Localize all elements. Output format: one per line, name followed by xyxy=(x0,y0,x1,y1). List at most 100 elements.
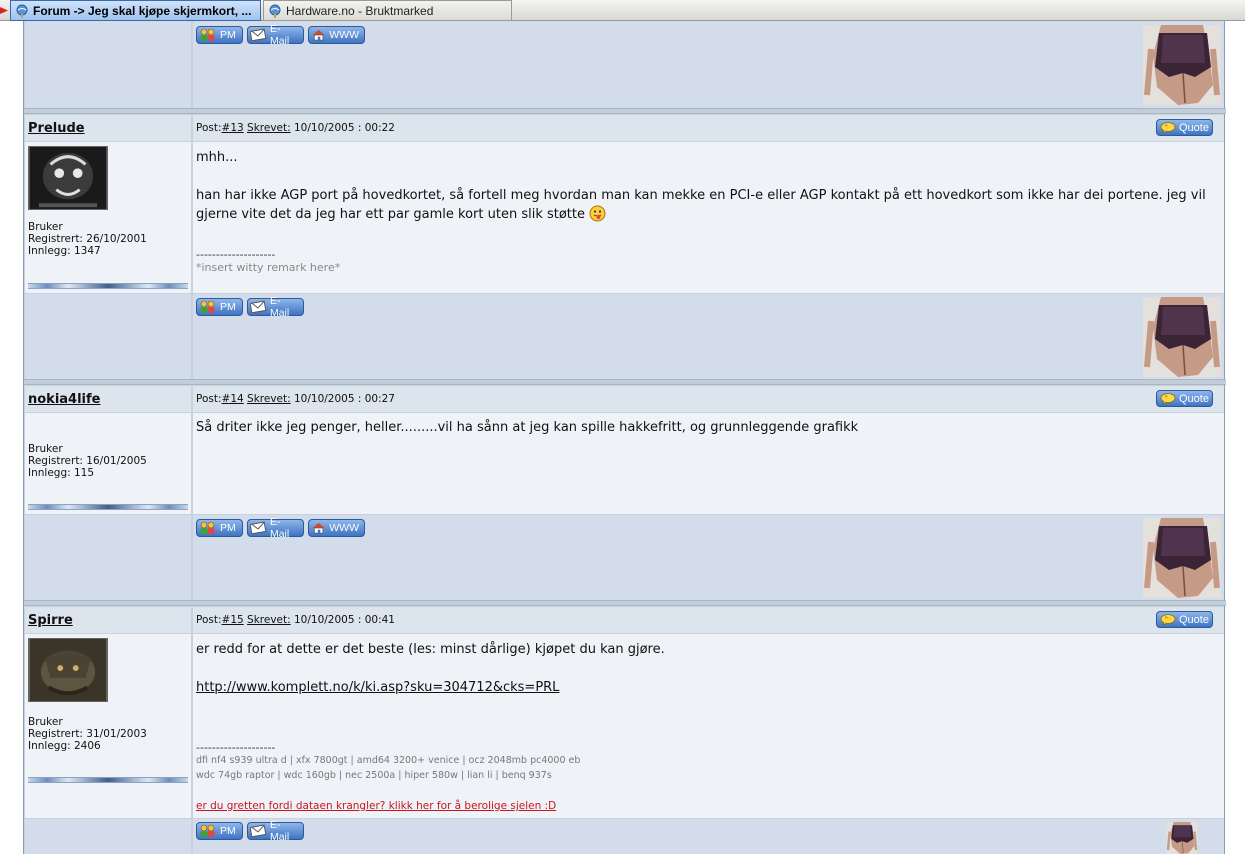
quote-label: Quote xyxy=(1179,613,1209,626)
post-body-cell: mhh... han har ikke AGP port på hovedkor… xyxy=(193,142,1224,293)
www-button[interactable]: WWW xyxy=(308,519,365,537)
post-author-header: Prelude xyxy=(25,115,191,141)
speech-bubble-icon xyxy=(1160,614,1176,626)
email-button[interactable]: E-Mail xyxy=(247,295,304,319)
envelope-icon xyxy=(250,824,267,838)
tab-label: Forum -> Jeg skal kjøpe skjermkort, ... xyxy=(33,3,252,18)
buddies-icon xyxy=(199,28,217,42)
pm-label: PM xyxy=(220,29,236,41)
avatar xyxy=(28,638,108,702)
email-label: E-Mail xyxy=(269,23,290,47)
email-button[interactable]: E-Mail xyxy=(247,819,304,843)
post-body: er redd for at dette er det beste (les: … xyxy=(196,640,1220,697)
tab-label: Hardware.no - Bruktmarked xyxy=(286,3,434,18)
email-button[interactable]: E-Mail xyxy=(247,516,304,540)
tongue-smiley-icon xyxy=(589,205,606,222)
email-label: E-Mail xyxy=(269,295,290,319)
globe-icon xyxy=(15,4,29,18)
email-label: E-Mail xyxy=(269,516,290,540)
quote-button[interactable]: Quote xyxy=(1156,611,1213,628)
user-rank: Bruker xyxy=(28,716,63,728)
post-footer-left xyxy=(25,294,191,379)
quote-label: Quote xyxy=(1179,121,1209,134)
username-link[interactable]: nokia4life xyxy=(28,392,101,407)
email-button[interactable]: E-Mail xyxy=(247,23,304,47)
post-number-link[interactable]: #15 xyxy=(222,614,244,626)
signature-link[interactable]: er du gretten fordi dataen krangler? kli… xyxy=(196,800,556,812)
post-author-header: Spirre xyxy=(25,607,191,633)
globe-icon xyxy=(268,4,282,18)
post-text: han har ikke AGP port på hovedkortet, så… xyxy=(196,188,1206,222)
user-rank: Bruker xyxy=(28,221,63,233)
post-actions: PM E-Mail xyxy=(196,295,304,319)
signature-divider: -------------------- xyxy=(196,741,276,754)
quote-label: Quote xyxy=(1179,392,1209,405)
post-actions: PM E-Mail xyxy=(196,819,304,843)
rank-bar xyxy=(28,777,188,783)
signature-image xyxy=(1143,297,1221,377)
post-label: Post: xyxy=(196,122,222,134)
post-header: Post:#14 Skrevet: 10/10/2005 : 00:27 Quo… xyxy=(193,386,1224,412)
email-label: E-Mail xyxy=(269,819,290,843)
signature-image xyxy=(1143,518,1221,598)
username-link[interactable]: Spirre xyxy=(28,613,73,628)
post-footer: PM E-Mail WWW xyxy=(193,515,1224,600)
pm-button[interactable]: PM xyxy=(196,26,243,44)
username-link[interactable]: Prelude xyxy=(28,121,85,136)
pm-label: PM xyxy=(220,522,236,534)
post-number-link[interactable]: #14 xyxy=(222,393,244,405)
post-label: Post: xyxy=(196,614,222,626)
rank-bar xyxy=(28,504,188,510)
author-details: Bruker Registrert: 31/01/2003 Innlegg: 2… xyxy=(28,716,147,752)
signature-text: *insert witty remark here* xyxy=(196,261,341,274)
post-count: Innlegg: 1347 xyxy=(28,245,101,257)
www-label: WWW xyxy=(329,522,359,534)
written-label: Skrevet: xyxy=(247,393,291,405)
post-text: mhh... xyxy=(196,150,238,165)
post-footer-left xyxy=(25,21,191,108)
written-label: Skrevet: xyxy=(247,122,291,134)
quote-button[interactable]: Quote xyxy=(1156,119,1213,136)
post-body-cell: Så driter ikke jeg penger, heller.......… xyxy=(193,413,1224,514)
post-count: Innlegg: 2406 xyxy=(28,740,101,752)
post-actions: PM E-Mail WWW xyxy=(196,23,365,47)
forum-thread: PM E-Mail WWW Prelude Post:#13 Skrevet: … xyxy=(23,21,1226,854)
rank-bar xyxy=(28,283,188,289)
post-date: 10/10/2005 : 00:22 xyxy=(290,122,395,134)
buddies-icon xyxy=(199,824,217,838)
post-footer-left xyxy=(25,515,191,600)
post-body: mhh... han har ikke AGP port på hovedkor… xyxy=(196,148,1220,224)
quote-button[interactable]: Quote xyxy=(1156,390,1213,407)
buddies-icon xyxy=(199,300,217,314)
post-separator xyxy=(24,108,1226,114)
post-count: Innlegg: 115 xyxy=(28,467,95,479)
post-actions: PM E-Mail WWW xyxy=(196,516,365,540)
www-button[interactable]: WWW xyxy=(308,26,365,44)
speech-bubble-icon xyxy=(1160,393,1176,405)
post-date: 10/10/2005 : 00:27 xyxy=(290,393,395,405)
signature-divider: -------------------- xyxy=(196,248,276,261)
signature-image xyxy=(1143,25,1221,105)
post-separator xyxy=(24,379,1226,385)
post-number-link[interactable]: #13 xyxy=(222,122,244,134)
signature-specs: wdc 74gb raptor | wdc 160gb | nec 2500a … xyxy=(196,770,552,781)
product-link[interactable]: http://www.komplett.no/k/ki.asp?sku=3047… xyxy=(196,680,559,695)
pm-button[interactable]: PM xyxy=(196,822,243,840)
post-footer: PM E-Mail xyxy=(193,294,1224,379)
speech-bubble-icon xyxy=(1160,122,1176,134)
tab-forum[interactable]: Forum -> Jeg skal kjøpe skjermkort, ... xyxy=(10,0,261,21)
post-separator xyxy=(24,600,1226,606)
pm-button[interactable]: PM xyxy=(196,298,243,316)
envelope-icon xyxy=(250,28,267,42)
post-text: Så driter ikke jeg penger, heller.......… xyxy=(196,420,859,435)
tab-hardware[interactable]: Hardware.no - Bruktmarked xyxy=(263,0,512,21)
post-body-cell: er redd for at dette er det beste (les: … xyxy=(193,634,1224,818)
post-footer: PM E-Mail xyxy=(193,819,1224,854)
pm-button[interactable]: PM xyxy=(196,519,243,537)
post-footer: PM E-Mail WWW xyxy=(193,21,1224,108)
envelope-icon xyxy=(250,300,267,314)
house-icon xyxy=(311,521,326,535)
post-meta: Post:#13 Skrevet: 10/10/2005 : 00:22 xyxy=(196,122,395,134)
post-label: Post: xyxy=(196,393,222,405)
close-tab-icon[interactable] xyxy=(0,5,8,16)
